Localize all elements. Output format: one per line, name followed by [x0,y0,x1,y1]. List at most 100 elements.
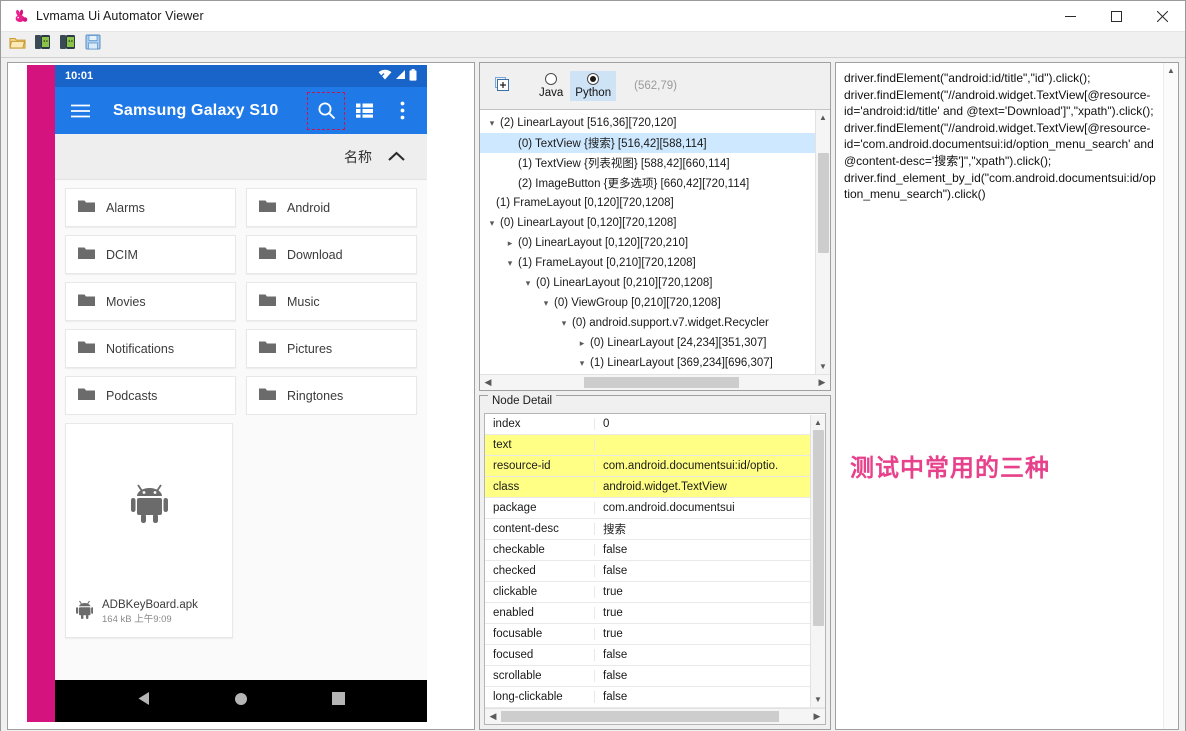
table-row[interactable]: clickable true [485,582,825,603]
scroll-up-arrow[interactable]: ▲ [816,110,831,125]
detail-key: resource-id [485,460,595,472]
table-row[interactable]: enabled true [485,603,825,624]
folder-label: Alarms [106,200,145,215]
status-time: 10:01 [65,70,94,82]
close-button[interactable] [1139,1,1185,32]
expand-all-button[interactable] [492,76,512,96]
table-row[interactable]: focusable true [485,624,825,645]
table-row[interactable]: checkable false [485,540,825,561]
save-button[interactable] [81,34,104,56]
scroll-left-arrow[interactable]: ◀ [480,377,496,388]
folder-item[interactable]: Pictures [246,329,417,368]
generated-code-panel[interactable]: driver.findElement("android:id/title","i… [835,62,1179,730]
node-tree[interactable]: ▾ (2) LinearLayout [516,36][720,120] (0)… [480,109,830,390]
tree-node[interactable]: ▸ (0) LinearLayout [0,120][720,210] [480,233,830,253]
minimize-button[interactable] [1047,1,1093,32]
folder-item[interactable]: DCIM [65,235,236,274]
list-view-icon[interactable] [345,92,383,130]
table-row[interactable]: long-clickable false [485,687,825,708]
table-row[interactable]: checked false [485,561,825,582]
folder-icon [78,387,95,404]
back-triangle-icon[interactable] [137,691,151,711]
tree-node[interactable]: (2) ImageButton {更多选项} [660,42][720,114] [480,173,830,193]
folder-icon [259,340,276,357]
title-bar: Lvmama Ui Automator Viewer [1,1,1185,32]
tree-horizontal-scrollbar[interactable]: ◀ ▶ [480,374,830,390]
sort-header-row[interactable]: 名称 [55,134,427,180]
hscroll-track[interactable] [501,711,809,722]
table-row[interactable]: focused false [485,645,825,666]
table-row[interactable]: package com.android.documentsui [485,498,825,519]
folder-item[interactable]: Download [246,235,417,274]
scroll-up-arrow[interactable]: ▲ [1164,63,1179,78]
chevron-down-icon[interactable]: ▾ [556,318,572,329]
scroll-down-arrow[interactable]: ▼ [811,692,826,707]
tree-node[interactable]: ▾ (1) LinearLayout [369,234][696,307] [480,353,830,373]
chevron-right-icon[interactable]: ▸ [502,238,518,249]
table-row[interactable]: content-desc 搜索 [485,519,825,540]
folder-item[interactable]: Music [246,282,417,321]
table-row[interactable]: index 0 [485,414,825,435]
device-screenshot-button[interactable] [31,34,54,56]
scroll-right-arrow[interactable]: ▶ [809,711,825,722]
tree-node[interactable]: ▾ (0) ViewGroup [0,210][720,1208] [480,293,830,313]
file-card[interactable]: ADBKeyBoard.apk 164 kB 上午9:09 [65,423,233,638]
chevron-down-icon[interactable]: ▾ [538,298,554,309]
scroll-down-arrow[interactable]: ▼ [816,359,831,374]
radio-python[interactable]: Python [570,71,617,101]
battery-icon [409,68,417,84]
home-circle-icon[interactable] [234,692,248,711]
detail-key: text [485,439,595,451]
chevron-up-icon[interactable] [388,149,405,165]
code-vertical-scrollbar[interactable]: ▲ [1163,63,1178,729]
tree-node[interactable]: ▾ (0) android.support.v7.widget.Recycler [480,313,830,333]
hscroll-track[interactable] [496,377,814,388]
detail-rows: index 0 text resource-id com.android.doc… [485,414,825,708]
folder-item[interactable]: Podcasts [65,376,236,415]
table-row[interactable]: resource-id com.android.documentsui:id/o… [485,456,825,477]
chevron-down-icon[interactable]: ▾ [574,358,590,369]
tree-node[interactable]: ▾ (2) LinearLayout [516,36][720,120] [480,113,830,133]
tree-node[interactable]: (0) TextView {搜索} [516,42][588,114] [480,133,830,153]
chevron-down-icon[interactable]: ▾ [502,258,518,269]
tree-node[interactable]: ▾ (1) FrameLayout [0,210][720,1208] [480,253,830,273]
tree-vertical-scrollbar[interactable]: ▲ ▼ [815,110,830,374]
folder-item[interactable]: Ringtones [246,376,417,415]
folder-item[interactable]: Notifications [65,329,236,368]
device-screenshot-pane[interactable]: 10:01 Samsung Galaxy S10 名称 Alarms Andro… [7,62,475,730]
tree-node[interactable]: (1) TextView {列表视图} [588,42][660,114] [480,153,830,173]
chevron-right-icon[interactable]: ▸ [574,338,590,349]
tree-node[interactable]: ▾ (0) LinearLayout [0,210][720,1208] [480,273,830,293]
phone-screen: 10:01 Samsung Galaxy S10 名称 Alarms Andro… [55,65,427,722]
open-folder-button[interactable] [6,34,29,56]
table-row[interactable]: scrollable false [485,666,825,687]
node-detail-table[interactable]: index 0 text resource-id com.android.doc… [484,413,826,725]
tree-node[interactable]: ▸ (0) LinearLayout [24,234][351,307] [480,333,830,353]
floppy-save-icon [85,34,101,55]
folder-item[interactable]: Android [246,188,417,227]
maximize-button[interactable] [1093,1,1139,32]
detail-vertical-scrollbar[interactable]: ▲ ▼ [810,415,825,707]
recents-square-icon[interactable] [332,692,346,710]
detail-key: checkable [485,544,595,556]
device-screenshot-compressed-button[interactable] [56,34,79,56]
chevron-down-icon[interactable]: ▾ [484,218,500,229]
detail-horizontal-scrollbar[interactable]: ◀ ▶ [485,708,825,724]
scroll-left-arrow[interactable]: ◀ [485,711,501,722]
folder-item[interactable]: Movies [65,282,236,321]
hamburger-menu-icon[interactable] [61,92,99,130]
table-row[interactable]: class android.widget.TextView [485,477,825,498]
code-text[interactable]: driver.findElement("android:id/title","i… [836,63,1163,729]
tree-node[interactable]: (1) FrameLayout [0,120][720,1208] [480,193,830,213]
table-row[interactable]: text [485,435,825,456]
folder-item[interactable]: Alarms [65,188,236,227]
more-options-icon[interactable] [383,92,421,130]
chevron-down-icon[interactable]: ▾ [520,278,536,289]
folder-label: Music [287,294,320,309]
chevron-down-icon[interactable]: ▾ [484,118,500,129]
scroll-up-arrow[interactable]: ▲ [811,415,826,430]
tree-node[interactable]: ▾ (0) LinearLayout [0,120][720,1208] [480,213,830,233]
radio-java[interactable]: Java [534,71,568,101]
search-icon[interactable] [307,91,345,130]
scroll-right-arrow[interactable]: ▶ [814,377,830,388]
